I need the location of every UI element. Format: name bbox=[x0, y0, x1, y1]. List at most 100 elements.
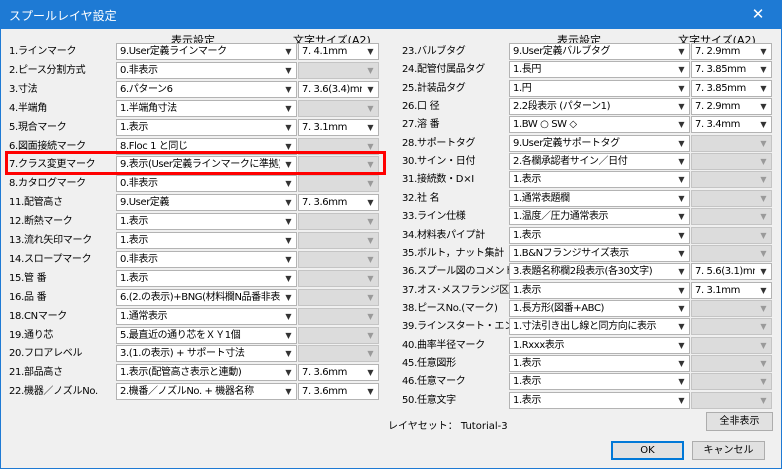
display-setting-dropdown[interactable]: 3.表題名称欄2段表示(各30文字) ▼ bbox=[509, 263, 690, 281]
display-setting-value: 1.温度／圧力通常表示 bbox=[513, 211, 609, 223]
setting-label: 15.管 番 bbox=[9, 272, 47, 284]
setting-label: 36.スプール図のコメント bbox=[402, 266, 515, 278]
chevron-down-icon: ▼ bbox=[678, 303, 685, 313]
display-setting-dropdown[interactable]: 6.(2.の表示)+BNG(材料欄N品番非表示 ▼ bbox=[116, 288, 297, 306]
display-setting-dropdown[interactable]: 0.非表示 ▼ bbox=[116, 175, 297, 193]
setting-label: 30.サイン・日付 bbox=[402, 156, 476, 168]
chevron-down-icon: ▼ bbox=[285, 179, 292, 189]
font-size-dropdown[interactable]: 7. 3.6mm ▼ bbox=[298, 383, 379, 401]
font-size-dropdown[interactable]: 7. 3.85mm ▼ bbox=[691, 79, 772, 97]
font-size-value: 7. 3.6(3.4)mm bbox=[302, 83, 362, 95]
font-size-dropdown[interactable]: 7. 3.1mm ▼ bbox=[298, 118, 379, 136]
display-setting-dropdown[interactable]: 6.パターン6 ▼ bbox=[116, 80, 297, 98]
display-setting-dropdown[interactable]: 1.表示 ▼ bbox=[509, 373, 690, 391]
display-setting-dropdown[interactable]: 1.長円 ▼ bbox=[509, 61, 690, 79]
font-size-dropdown: ▼ bbox=[691, 318, 772, 336]
chevron-down-icon: ▼ bbox=[678, 212, 685, 222]
display-setting-dropdown[interactable]: 1.表示 ▼ bbox=[116, 118, 297, 136]
display-setting-value: 1.B&Nフランジサイズ表示 bbox=[513, 247, 629, 259]
display-setting-dropdown[interactable]: 1.長方形(図番+ABC) ▼ bbox=[509, 299, 690, 317]
chevron-down-icon: ▼ bbox=[285, 47, 292, 56]
display-setting-dropdown[interactable]: 1.温度／圧力通常表示 ▼ bbox=[509, 208, 690, 226]
display-setting-dropdown[interactable]: 1.円 ▼ bbox=[509, 79, 690, 97]
font-size-dropdown[interactable]: 7. 3.6(3.4)mm ▼ bbox=[298, 80, 379, 98]
display-setting-value: 9.User定義サポートタグ bbox=[513, 137, 620, 149]
ok-button[interactable]: OK bbox=[611, 441, 684, 460]
font-size-dropdown: ▼ bbox=[691, 391, 772, 409]
font-size-dropdown: ▼ bbox=[691, 153, 772, 171]
display-setting-dropdown[interactable]: 2.各欄承認者サイン／日付 ▼ bbox=[509, 153, 690, 171]
font-size-dropdown: ▼ bbox=[691, 134, 772, 152]
font-size-dropdown[interactable]: 7. 3.6mm ▼ bbox=[298, 194, 379, 212]
font-size-dropdown[interactable]: 7. 2.9mm ▼ bbox=[691, 43, 772, 60]
setting-label: 4.半端角 bbox=[9, 102, 48, 114]
setting-label: 1.ラインマーク bbox=[9, 46, 77, 57]
font-size-dropdown[interactable]: 7. 3.6mm ▼ bbox=[298, 364, 379, 382]
display-setting-dropdown[interactable]: 9.User定義ラインマーク ▼ bbox=[116, 43, 297, 60]
highlight-box bbox=[5, 151, 386, 175]
cancel-button[interactable]: キャンセル bbox=[692, 441, 765, 460]
display-setting-value: 0.非表示 bbox=[120, 253, 158, 265]
display-setting-dropdown[interactable]: 0.非表示 ▼ bbox=[116, 250, 297, 268]
chevron-down-icon: ▼ bbox=[285, 349, 292, 359]
display-setting-dropdown[interactable]: 1.BW ○ SW ◇ ▼ bbox=[509, 116, 690, 134]
chevron-down-icon: ▼ bbox=[367, 217, 374, 227]
display-setting-dropdown[interactable]: 0.非表示 ▼ bbox=[116, 61, 297, 79]
display-setting-dropdown[interactable]: 9.User定義 ▼ bbox=[116, 194, 297, 212]
chevron-down-icon: ▼ bbox=[367, 65, 374, 75]
display-setting-value: 0.非表示 bbox=[120, 178, 158, 190]
font-size-dropdown[interactable]: 7. 5.6(3.1)mm ▼ bbox=[691, 263, 772, 281]
chevron-down-icon: ▼ bbox=[678, 248, 685, 258]
chevron-down-icon: ▼ bbox=[678, 83, 685, 93]
font-size-dropdown[interactable]: 7. 2.9mm ▼ bbox=[691, 98, 772, 116]
display-setting-dropdown[interactable]: 1.Rxxx表示 ▼ bbox=[509, 336, 690, 354]
chevron-down-icon: ▼ bbox=[367, 387, 374, 397]
setting-label: 22.機器／ノズルNo. bbox=[9, 386, 98, 398]
close-icon[interactable]: ✕ bbox=[735, 1, 781, 29]
font-size-dropdown[interactable]: 7. 3.4mm ▼ bbox=[691, 116, 772, 134]
chevron-down-icon: ▼ bbox=[760, 175, 767, 185]
setting-label: 20.フロアレベル bbox=[9, 348, 83, 360]
display-setting-dropdown[interactable]: 1.通常表題欄 ▼ bbox=[509, 189, 690, 207]
display-setting-value: 6.(2.の表示)+BNG(材料欄N品番非表示 bbox=[120, 291, 280, 303]
display-setting-dropdown[interactable]: 1.通常表示 ▼ bbox=[116, 307, 297, 325]
all-hide-button[interactable]: 全非表示 bbox=[706, 412, 773, 431]
font-size-dropdown[interactable]: 7. 3.1mm ▼ bbox=[691, 281, 772, 299]
display-setting-dropdown[interactable]: 1.表示 ▼ bbox=[509, 391, 690, 409]
display-setting-dropdown[interactable]: 5.最直近の通り芯をＸＹ1個 ▼ bbox=[116, 326, 297, 344]
chevron-down-icon: ▼ bbox=[760, 83, 767, 93]
display-setting-dropdown[interactable]: 1.表示 ▼ bbox=[116, 232, 297, 249]
font-size-value: 7. 3.1mm bbox=[302, 121, 347, 133]
display-setting-dropdown[interactable]: 3.(1.の表示) + サポート寸法 ▼ bbox=[116, 345, 297, 363]
display-setting-dropdown[interactable]: 1.寸法引き出し線と同方向に表示 ▼ bbox=[509, 318, 690, 336]
display-setting-dropdown[interactable]: 1.表示 ▼ bbox=[509, 226, 690, 244]
font-size-dropdown[interactable]: 7. 3.85mm ▼ bbox=[691, 61, 772, 79]
chevron-down-icon: ▼ bbox=[285, 65, 292, 75]
chevron-down-icon: ▼ bbox=[678, 377, 685, 387]
chevron-down-icon: ▼ bbox=[285, 198, 292, 208]
display-setting-dropdown[interactable]: 1.表示(配管高さ表示と連動) ▼ bbox=[116, 364, 297, 382]
display-setting-dropdown[interactable]: 1.表示 ▼ bbox=[116, 213, 297, 231]
setting-label: 32.社 名 bbox=[402, 192, 440, 204]
font-size-value: 7. 2.9mm bbox=[695, 101, 740, 113]
font-size-value: 7. 4.1mm bbox=[302, 46, 347, 57]
display-setting-dropdown[interactable]: 2.機番／ノズルNo. + 機器名称 ▼ bbox=[116, 383, 297, 401]
display-setting-dropdown[interactable]: 1.B&Nフランジサイズ表示 ▼ bbox=[509, 244, 690, 262]
display-setting-dropdown[interactable]: 2.2段表示 (パターン1) ▼ bbox=[509, 98, 690, 116]
display-setting-dropdown[interactable]: 9.User定義バルブタグ ▼ bbox=[509, 43, 690, 60]
chevron-down-icon: ▼ bbox=[678, 120, 685, 130]
font-size-dropdown[interactable]: 7. 4.1mm ▼ bbox=[298, 43, 379, 60]
display-setting-value: 1.寸法引き出し線と同方向に表示 bbox=[513, 321, 657, 333]
display-setting-dropdown[interactable]: 1.表示 ▼ bbox=[509, 171, 690, 189]
display-setting-value: 9.User定義 bbox=[120, 197, 170, 209]
display-setting-dropdown[interactable]: 1.半端角寸法 ▼ bbox=[116, 99, 297, 117]
font-size-dropdown: ▼ bbox=[691, 354, 772, 372]
chevron-down-icon: ▼ bbox=[285, 103, 292, 113]
setting-label: 38.ピースNo.(マーク) bbox=[402, 302, 498, 314]
display-setting-dropdown[interactable]: 1.表示 ▼ bbox=[509, 354, 690, 372]
display-setting-dropdown[interactable]: 9.User定義サポートタグ ▼ bbox=[509, 134, 690, 152]
setting-label: 28.サポートタグ bbox=[402, 137, 476, 149]
chevron-down-icon: ▼ bbox=[678, 157, 685, 167]
display-setting-dropdown[interactable]: 1.表示 ▼ bbox=[116, 269, 297, 287]
display-setting-dropdown[interactable]: 1.表示 ▼ bbox=[509, 281, 690, 299]
